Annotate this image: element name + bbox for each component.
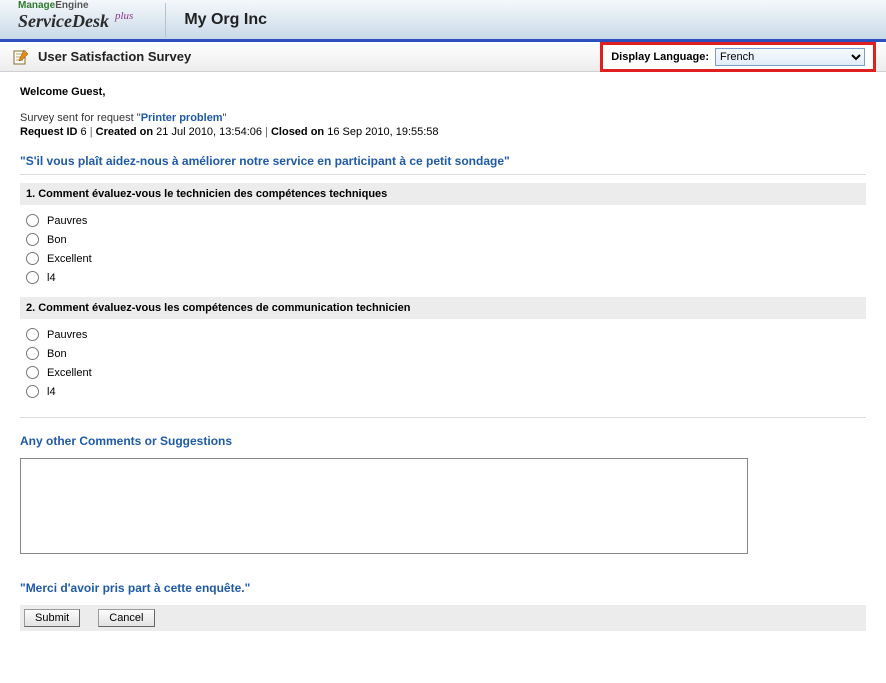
comments-textarea[interactable]	[20, 458, 748, 554]
submit-button[interactable]: Submit	[24, 609, 80, 627]
survey-meta-line1: Survey sent for request "Printer problem…	[20, 112, 866, 124]
survey-meta-line2: Request ID 6 | Created on 21 Jul 2010, 1…	[20, 126, 866, 138]
q1-radio[interactable]	[26, 233, 39, 246]
q1-option[interactable]: Pauvres	[26, 211, 864, 230]
divider	[165, 3, 166, 37]
q2-radio[interactable]	[26, 385, 39, 398]
app-logo: ManageEngine ServiceDesk plus	[0, 0, 147, 39]
q2-radio[interactable]	[26, 366, 39, 379]
app-header: ManageEngine ServiceDesk plus My Org Inc	[0, 0, 886, 42]
language-select[interactable]: French	[715, 48, 865, 66]
q2-option[interactable]: Pauvres	[26, 325, 864, 344]
survey-icon	[12, 48, 30, 66]
q1-option[interactable]: l4	[26, 268, 864, 287]
thanks-message: "Merci d'avoir pris part à cette enquête…	[20, 581, 866, 595]
language-selector-box: Display Language: French	[600, 42, 876, 72]
page-titlebar: User Satisfaction Survey Display Languag…	[0, 42, 886, 72]
survey-intro: "S'il vous plaît aidez-nous à améliorer …	[20, 154, 866, 175]
q2-option[interactable]: Bon	[26, 344, 864, 363]
q1-radio[interactable]	[26, 252, 39, 265]
q2-option[interactable]: l4	[26, 382, 864, 401]
comments-heading: Any other Comments or Suggestions	[20, 417, 866, 448]
q2-radio[interactable]	[26, 347, 39, 360]
brand-servicedesk: ServiceDesk	[18, 11, 109, 32]
question-1-options: Pauvres Bon Excellent l4	[20, 205, 866, 297]
q2-option[interactable]: Excellent	[26, 363, 864, 382]
q2-radio[interactable]	[26, 328, 39, 341]
brand-plus: plus	[115, 10, 133, 22]
language-label: Display Language:	[611, 51, 709, 63]
brand-manage: Manage	[18, 0, 55, 11]
q1-option[interactable]: Excellent	[26, 249, 864, 268]
cancel-button[interactable]: Cancel	[98, 609, 154, 627]
q1-radio[interactable]	[26, 271, 39, 284]
welcome-text: Welcome Guest,	[20, 86, 866, 98]
org-name: My Org Inc	[184, 11, 267, 29]
brand-engine: Engine	[55, 0, 88, 11]
request-title: Printer problem	[141, 112, 223, 124]
question-2-heading: 2. Comment évaluez-vous les compétences …	[20, 297, 866, 319]
survey-content: Welcome Guest, Survey sent for request "…	[0, 72, 886, 651]
q1-option[interactable]: Bon	[26, 230, 864, 249]
q1-radio[interactable]	[26, 214, 39, 227]
action-bar: Submit Cancel	[20, 605, 866, 631]
question-1-heading: 1. Comment évaluez-vous le technicien de…	[20, 183, 866, 205]
page-title: User Satisfaction Survey	[38, 49, 191, 64]
question-2-options: Pauvres Bon Excellent l4	[20, 319, 866, 411]
